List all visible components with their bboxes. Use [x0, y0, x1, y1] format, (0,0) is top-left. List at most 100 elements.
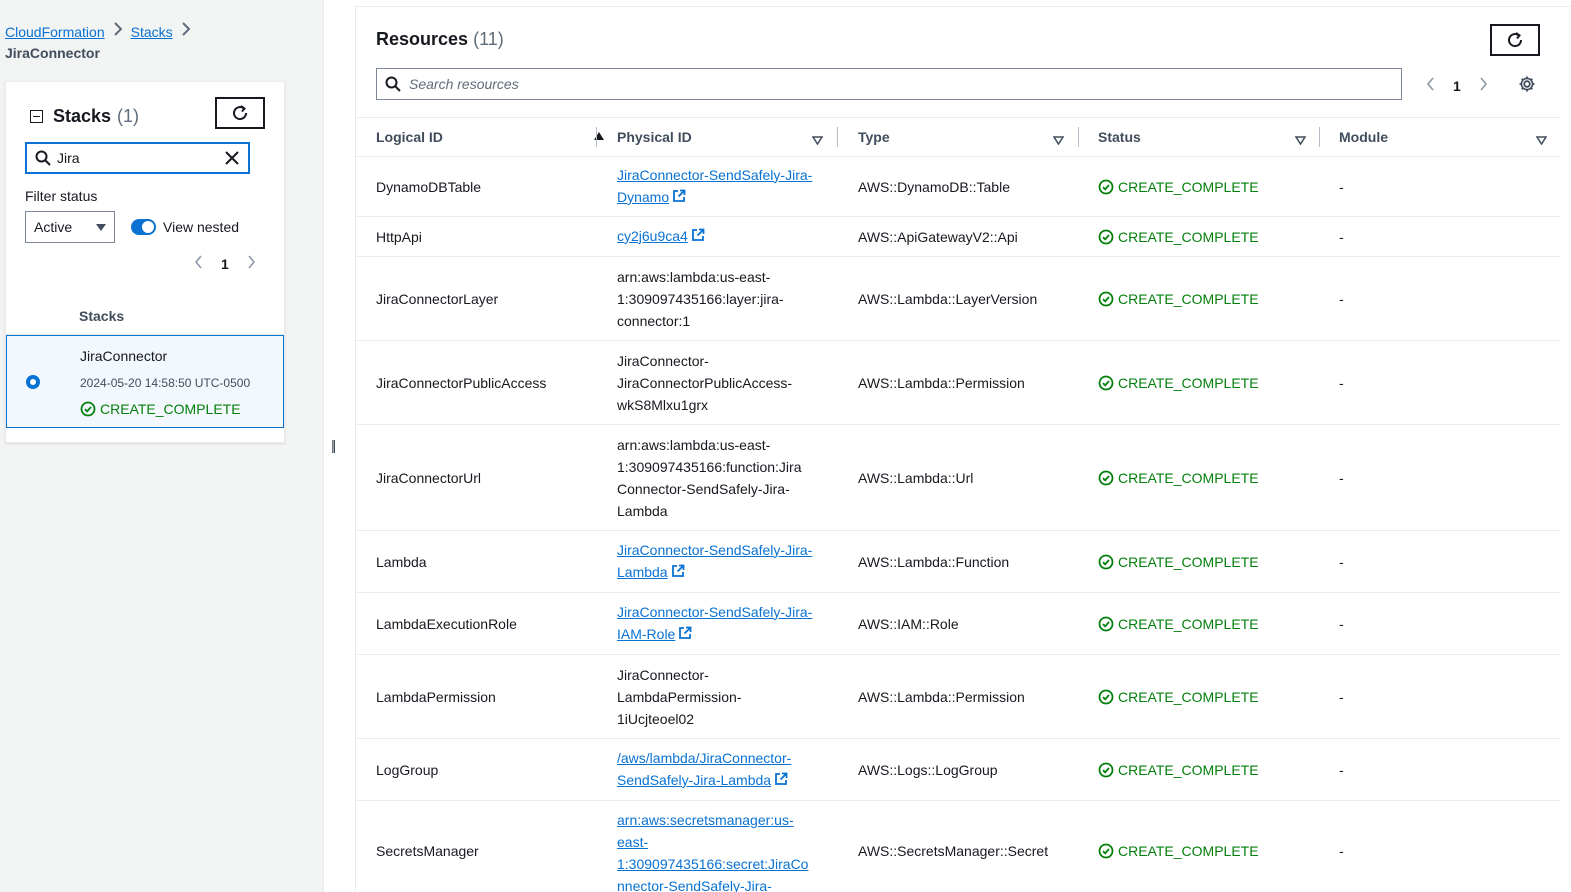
logical-id-cell: LogGroup	[376, 761, 439, 778]
physical-id-link[interactable]: nnector-SendSafely-Jira-	[617, 878, 772, 892]
external-link-icon[interactable]	[774, 770, 788, 792]
table-row: SecretsManager arn:aws:secretsmanager:us-…	[356, 801, 1560, 892]
view-nested-toggle[interactable]	[131, 219, 156, 235]
col-physical-id[interactable]: Physical ID	[617, 118, 837, 156]
column-divider[interactable]	[596, 127, 597, 147]
page-number[interactable]: 1	[1453, 78, 1461, 94]
caret-down-icon	[96, 223, 106, 231]
success-icon	[1098, 229, 1114, 245]
col-type[interactable]: Type	[858, 118, 1078, 156]
physical-id-link[interactable]: /aws/lambda/JiraConnector-	[617, 750, 791, 766]
resources-search-input[interactable]	[409, 76, 1393, 92]
stacks-refresh-button[interactable]	[215, 97, 265, 129]
page-number[interactable]: 1	[221, 256, 229, 272]
col-status[interactable]: Status	[1098, 118, 1320, 156]
logical-id-cell: JiraConnectorUrl	[376, 469, 482, 486]
status-text: CREATE_COMPLETE	[1118, 178, 1259, 195]
sort-icon[interactable]	[811, 132, 824, 148]
physical-id-link[interactable]: cy2j6u9ca4	[617, 228, 688, 244]
physical-id-cell[interactable]: JiraConnector-SendSafely-Jira- Lambda	[617, 531, 837, 592]
resources-refresh-button[interactable]	[1490, 24, 1540, 56]
status-text: CREATE_COMPLETE	[1118, 469, 1259, 486]
success-icon	[1098, 843, 1114, 859]
resize-handle[interactable]: ||	[331, 437, 336, 453]
physical-id-cell[interactable]: cy2j6u9ca4	[617, 217, 837, 256]
physical-id-cell: JiraConnector- LambdaPermission- 1iUcjteoe…	[617, 655, 837, 738]
clear-icon[interactable]	[224, 150, 240, 166]
physical-id-link[interactable]: SendSafely-Jira-Lambda	[617, 772, 771, 788]
physical-id-link[interactable]: JiraConnector-SendSafely-Jira-	[617, 542, 812, 558]
col-logical-id[interactable]: Logical ID	[376, 118, 616, 156]
physical-id-text: wkS8Mlxu1grx	[617, 396, 709, 413]
breadcrumb-stacks[interactable]: Stacks	[131, 24, 173, 40]
physical-id-text: Lambda	[617, 502, 668, 519]
status-text: CREATE_COMPLETE	[1118, 843, 1259, 859]
physical-id-cell[interactable]: JiraConnector-SendSafely-Jira- IAM-Role	[617, 593, 837, 654]
column-divider[interactable]	[1319, 127, 1320, 147]
module-cell: -	[1339, 228, 1344, 245]
physical-id-link[interactable]: 1:309097435166:secret:JiraCo	[617, 856, 808, 872]
status-cell: CREATE_COMPLETE	[1098, 217, 1259, 256]
next-page-icon[interactable]	[247, 253, 256, 274]
stacks-panel-title: Stacks (1)	[30, 106, 139, 127]
type-cell: AWS::IAM::Role	[858, 615, 959, 632]
success-icon	[1098, 179, 1114, 195]
external-link-icon[interactable]	[678, 624, 692, 646]
stacks-search-input[interactable]	[57, 150, 218, 166]
column-divider[interactable]	[837, 127, 838, 147]
external-link-icon[interactable]	[671, 562, 685, 584]
physical-id-cell[interactable]: arn:aws:secretsmanager:us-east- 1:3090974…	[617, 801, 837, 892]
physical-id-text: 1iUcjteoel02	[617, 710, 695, 727]
success-icon	[1098, 375, 1114, 391]
status-cell: CREATE_COMPLETE	[1098, 801, 1259, 892]
table-row: Lambda JiraConnector-SendSafely-Jira- Lamb…	[356, 531, 1560, 593]
physical-id-cell: arn:aws:lambda:us-east- 1:309097435166:fu…	[617, 425, 837, 530]
physical-id-link[interactable]: IAM-Role	[617, 626, 675, 642]
physical-id-cell[interactable]: /aws/lambda/JiraConnector- SendSafely-Jir…	[617, 739, 837, 800]
status-badge: CREATE_COMPLETE	[1098, 759, 1259, 781]
success-icon	[1098, 470, 1114, 486]
resources-search-field[interactable]	[376, 68, 1402, 100]
breadcrumb-cloudformation[interactable]: CloudFormation	[5, 24, 105, 40]
success-icon	[1098, 616, 1114, 632]
gear-icon[interactable]	[1518, 75, 1536, 96]
logical-id-cell: LambdaPermission	[376, 688, 496, 705]
sort-icon[interactable]	[1535, 132, 1548, 148]
breadcrumb-current: JiraConnector	[5, 45, 100, 61]
stack-row[interactable]: JiraConnector 2024-05-20 14:58:50 UTC-05…	[6, 335, 284, 428]
prev-page-icon[interactable]	[194, 253, 203, 274]
physical-id-link[interactable]: arn:aws:secretsmanager:us-	[617, 812, 794, 828]
filter-status-select[interactable]: Active	[25, 211, 115, 243]
success-icon	[1098, 762, 1114, 778]
physical-id-cell[interactable]: JiraConnector-SendSafely-Jira- Dynamo	[617, 157, 837, 216]
search-icon	[385, 76, 401, 92]
physical-id-link[interactable]: JiraConnector-SendSafely-Jira-	[617, 604, 812, 620]
sort-icon[interactable]	[1294, 132, 1307, 148]
status-cell: CREATE_COMPLETE	[1098, 593, 1259, 654]
physical-id-link[interactable]: Dynamo	[617, 189, 669, 205]
col-module[interactable]: Module	[1339, 118, 1561, 156]
module-cell: -	[1339, 843, 1344, 859]
status-text: CREATE_COMPLETE	[1118, 290, 1259, 307]
stacks-panel: Stacks (1) Filter status Active View nes…	[5, 81, 285, 443]
type-cell: AWS::DynamoDB::Table	[858, 178, 1010, 195]
sort-icon[interactable]	[1052, 132, 1065, 148]
stack-radio[interactable]	[26, 375, 40, 389]
success-icon	[80, 401, 96, 417]
next-page-icon[interactable]	[1479, 75, 1488, 96]
prev-page-icon[interactable]	[1426, 75, 1435, 96]
stacks-search-field[interactable]	[25, 142, 250, 174]
collapse-icon[interactable]	[30, 110, 43, 123]
stack-date: 2024-05-20 14:58:50 UTC-0500	[80, 376, 251, 390]
external-link-icon[interactable]	[672, 187, 686, 209]
physical-id-link[interactable]: JiraConnector-SendSafely-Jira-	[617, 167, 812, 183]
column-divider[interactable]	[1078, 127, 1079, 147]
external-link-icon[interactable]	[691, 226, 705, 248]
module-cell: -	[1339, 374, 1344, 391]
table-row: LambdaExecutionRole JiraConnector-SendSaf…	[356, 593, 1560, 655]
resources-panel: Resources (11) 1 Logical ID Physical ID	[355, 6, 1571, 892]
physical-id-link[interactable]: east-	[617, 834, 648, 850]
physical-id-text: 1:309097435166:layer:jira-	[617, 290, 784, 307]
status-text: CREATE_COMPLETE	[1118, 615, 1259, 632]
physical-id-link[interactable]: Lambda	[617, 564, 668, 580]
